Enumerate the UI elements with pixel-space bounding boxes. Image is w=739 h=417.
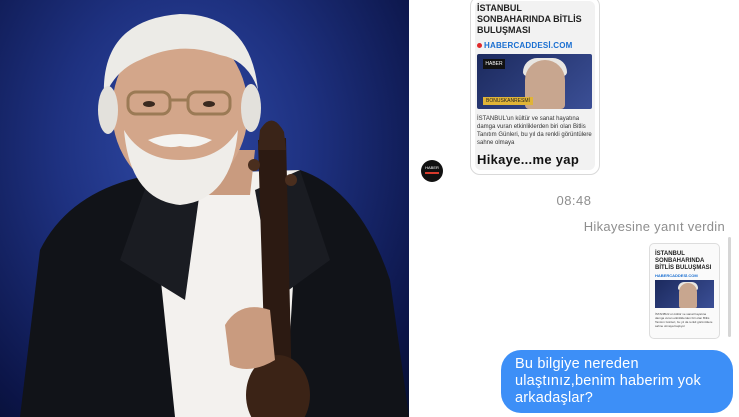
story-card[interactable]: İSTANBUL SONBAHARINDA BİTLİS BULUŞMASI H… [470, 0, 600, 175]
source-dot-icon [477, 43, 482, 49]
avatar-label: HABER [425, 165, 439, 170]
channel-avatar-icon[interactable]: HABER [421, 160, 443, 182]
reply-preview-source: HABERCADDESİ.COM [655, 273, 698, 278]
profile-photo[interactable] [0, 0, 409, 417]
story-reply-note: Hikayesine yanıt verdin [583, 219, 725, 234]
message-timestamp: 08:48 [556, 193, 592, 208]
story-card-title: İSTANBUL SONBAHARINDA BİTLİS BULUŞMASI [477, 3, 582, 35]
reply-preview-thumbnail [655, 280, 714, 308]
story-card-body: İSTANBUL'un kültür ve sanat hayatına dam… [477, 116, 592, 146]
story-card-source: HABERCADDESİ.COM [477, 41, 573, 50]
portrait-illustration [20, 14, 409, 417]
source-label: HABERCADDESİ.COM [484, 41, 573, 50]
sent-message-bubble[interactable]: Bu bilgiye nereden ulaştınız,benim haber… [501, 350, 733, 413]
thumb-tag: BONUSKANRESMİ [483, 97, 533, 105]
reply-story-preview[interactable]: İSTANBUL SONBAHARINDA BİTLİS BULUŞMASI H… [649, 243, 720, 339]
avatar-bar [425, 172, 439, 174]
story-card-thumbnail: HABER BONUSKANRESMİ [477, 54, 592, 109]
reply-indicator-line [728, 237, 731, 337]
reply-preview-body: İSTANBUL'un kültür ve sanat hayatına dam… [655, 312, 713, 328]
sent-message-text: Bu bilgiye nereden ulaştınız,benim haber… [515, 356, 701, 406]
mini-thumb-face [679, 283, 697, 308]
thumb-logo: HABER [483, 59, 505, 69]
reply-preview-title: İSTANBUL SONBAHARINDA BİTLİS BULUŞMASI [655, 251, 712, 271]
chat-panel: İSTANBUL SONBAHARINDA BİTLİS BULUŞMASI H… [409, 0, 739, 417]
story-card-caption: Hikaye...me yap [477, 152, 580, 167]
